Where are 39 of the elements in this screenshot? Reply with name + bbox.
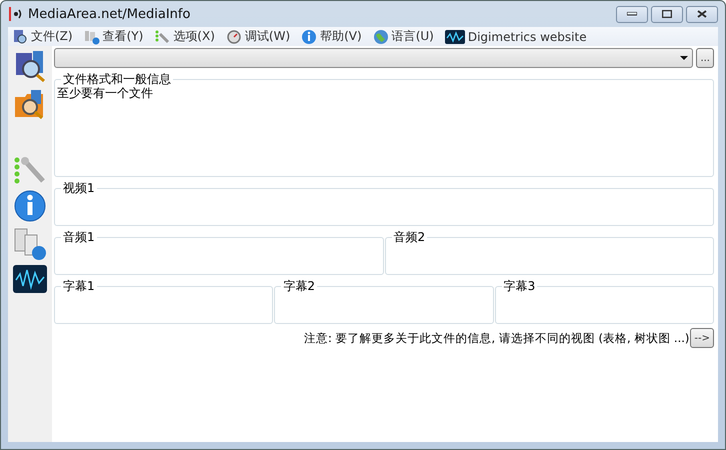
group-title: 音频2: [392, 231, 426, 243]
maximize-icon: [662, 10, 672, 18]
window-title: MediaArea.net/MediaInfo: [28, 6, 190, 22]
group-title: 音频1: [62, 231, 96, 243]
menu-icon: [301, 28, 318, 44]
status-text: 至少要有一个文件: [56, 85, 153, 102]
menu-icon: [444, 30, 465, 44]
close-icon: [697, 10, 707, 18]
group-title: 视频1: [62, 182, 96, 194]
menu-item[interactable]: 选项(X): [154, 28, 215, 45]
menu-item[interactable]: 文件(Z): [12, 28, 73, 45]
info-icon[interactable]: [13, 189, 47, 223]
group-title: 字幕2: [282, 280, 316, 292]
close-button[interactable]: [686, 6, 718, 22]
minimize-icon: [627, 12, 637, 16]
music-search-icon[interactable]: [13, 49, 47, 83]
note-text: 注意: 要了解更多关于此文件的信息, 请选择不同的视图 (表格, 树状图 ...): [304, 330, 690, 346]
menu-icon: [84, 28, 100, 44]
menu-icon: [12, 28, 28, 44]
menu-item[interactable]: 查看(Y): [84, 28, 144, 45]
waveform-icon[interactable]: [13, 265, 47, 293]
documents-globe-icon[interactable]: [13, 227, 47, 261]
browse-button[interactable]: ...: [696, 48, 714, 68]
caret-icon: [680, 56, 688, 60]
menu-icon: [372, 28, 389, 44]
group-title: 文件格式和一般信息: [62, 73, 172, 85]
menu-icon: [226, 28, 242, 44]
menu-icon: [154, 28, 170, 44]
menu-item[interactable]: 帮助(V): [301, 28, 362, 45]
menu-item[interactable]: 语言(U): [372, 28, 434, 45]
group-title: 字幕3: [502, 280, 536, 292]
minimize-button[interactable]: [616, 6, 648, 22]
menu-item[interactable]: 调试(W): [226, 28, 290, 45]
group-title: 字幕1: [62, 280, 96, 292]
maximize-button[interactable]: [651, 6, 683, 22]
menu-item[interactable]: Digimetrics website: [444, 30, 587, 44]
next-button[interactable]: -->: [690, 328, 714, 348]
app-logo-icon: [8, 6, 24, 22]
file-dropdown[interactable]: [54, 48, 694, 68]
